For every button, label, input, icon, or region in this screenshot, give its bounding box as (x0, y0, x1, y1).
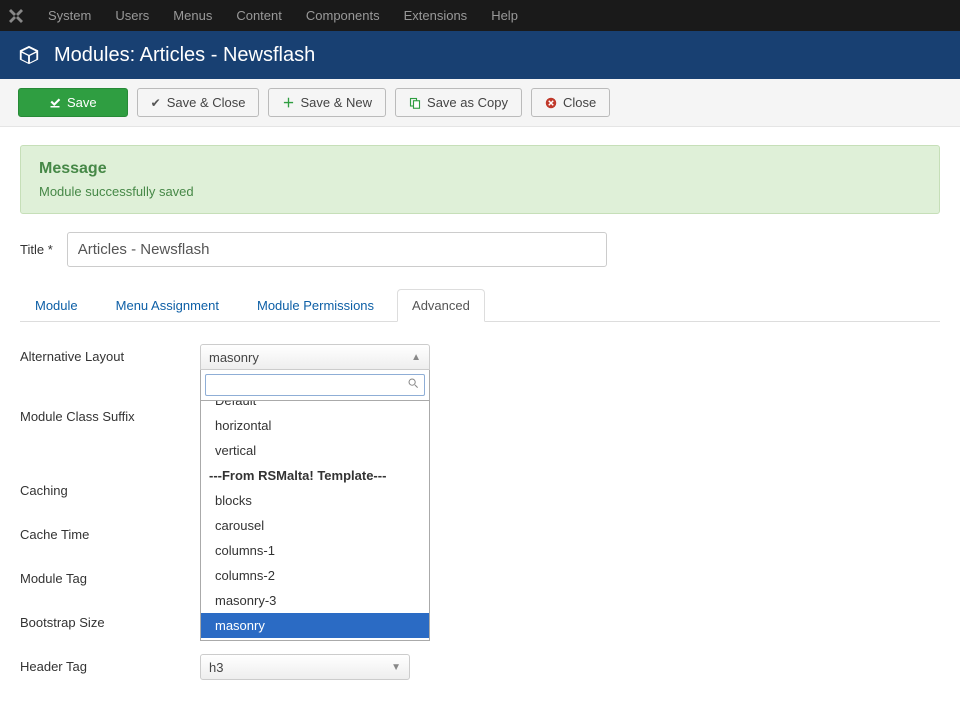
dropdown-optgroup: ---From RSMalta! Template--- (201, 463, 429, 488)
alternative-layout-dropdown[interactable]: masonry ▲ Defaulthorizontalvertical---Fr… (200, 344, 430, 641)
plus-icon: ＋ (282, 94, 294, 111)
nav-menus[interactable]: Menus (161, 8, 224, 23)
dropdown-option-list[interactable]: Defaulthorizontalvertical---From RSMalta… (200, 401, 430, 641)
row-module-class-suffix: Module Class Suffix (20, 404, 940, 424)
label-header-tag: Header Tag (20, 654, 200, 674)
label-bootstrap-size: Bootstrap Size (20, 610, 200, 630)
dropdown-option[interactable]: horizontal (201, 413, 429, 438)
dropdown-selected[interactable]: masonry ▲ (200, 344, 430, 370)
alert-text: Module successfully saved (39, 184, 921, 199)
chevron-down-icon: ▼ (391, 662, 401, 673)
row-alternative-layout: Alternative Layout masonry ▲ Defaulthori… (20, 344, 940, 364)
header-tag-select[interactable]: h3 ▼ (200, 654, 410, 680)
dropdown-option[interactable]: Default (201, 401, 429, 413)
save-button[interactable]: Save (18, 88, 128, 117)
save-new-button[interactable]: ＋ Save & New (268, 88, 386, 117)
dropdown-option[interactable]: blocks (201, 488, 429, 513)
cube-icon (18, 44, 40, 66)
title-input[interactable] (67, 232, 607, 267)
tab-module[interactable]: Module (20, 289, 93, 321)
row-cache-time: Cache Time (20, 522, 940, 542)
save-copy-button[interactable]: Save as Copy (395, 88, 522, 117)
copy-icon (409, 97, 421, 109)
nav-components[interactable]: Components (294, 8, 392, 23)
row-bootstrap-size: Bootstrap Size (20, 610, 940, 630)
search-icon (408, 378, 419, 389)
label-cache-time: Cache Time (20, 522, 200, 542)
dropdown-option[interactable]: columns-1 (201, 538, 429, 563)
joomla-icon[interactable] (8, 8, 24, 24)
apply-icon (49, 97, 61, 109)
nav-help[interactable]: Help (479, 8, 530, 23)
close-icon (545, 97, 557, 109)
row-caching: Caching (20, 478, 940, 498)
title-field-row: Title * (20, 232, 940, 267)
label-module-tag: Module Tag (20, 566, 200, 586)
dropdown-option[interactable]: vertical (201, 438, 429, 463)
tab-advanced[interactable]: Advanced (397, 289, 485, 322)
dropdown-search-input[interactable] (205, 374, 425, 396)
title-label: Title * (20, 242, 53, 257)
tab-menu-assignment[interactable]: Menu Assignment (101, 289, 234, 321)
success-message: Message Module successfully saved (20, 145, 940, 214)
label-alternative-layout: Alternative Layout (20, 344, 200, 364)
close-button[interactable]: Close (531, 88, 610, 117)
page-title: Modules: Articles - Newsflash (54, 44, 315, 67)
nav-system[interactable]: System (36, 8, 103, 23)
nav-users[interactable]: Users (103, 8, 161, 23)
dropdown-search-container (200, 370, 430, 401)
alert-heading: Message (39, 160, 921, 178)
tab-module-permissions[interactable]: Module Permissions (242, 289, 389, 321)
dropdown-option[interactable]: columns-2 (201, 563, 429, 588)
check-icon: ✔ (151, 96, 161, 110)
save-close-button[interactable]: ✔ Save & Close (137, 88, 260, 117)
row-header-tag: Header Tag h3 ▼ (20, 654, 940, 680)
tab-bar: Module Menu Assignment Module Permission… (20, 289, 940, 322)
row-module-tag: Module Tag (20, 566, 940, 586)
label-caching: Caching (20, 478, 200, 498)
label-module-class-suffix: Module Class Suffix (20, 404, 200, 424)
dropdown-option[interactable]: carousel (201, 513, 429, 538)
dropdown-option[interactable]: masonry-3 (201, 588, 429, 613)
dropdown-option[interactable]: masonry (201, 613, 429, 638)
nav-content[interactable]: Content (224, 8, 294, 23)
nav-extensions[interactable]: Extensions (392, 8, 480, 23)
chevron-up-icon: ▲ (411, 352, 421, 363)
page-header: Modules: Articles - Newsflash (0, 31, 960, 79)
toolbar: Save ✔ Save & Close ＋ Save & New Save as… (0, 79, 960, 127)
top-navbar: System Users Menus Content Components Ex… (0, 0, 960, 31)
